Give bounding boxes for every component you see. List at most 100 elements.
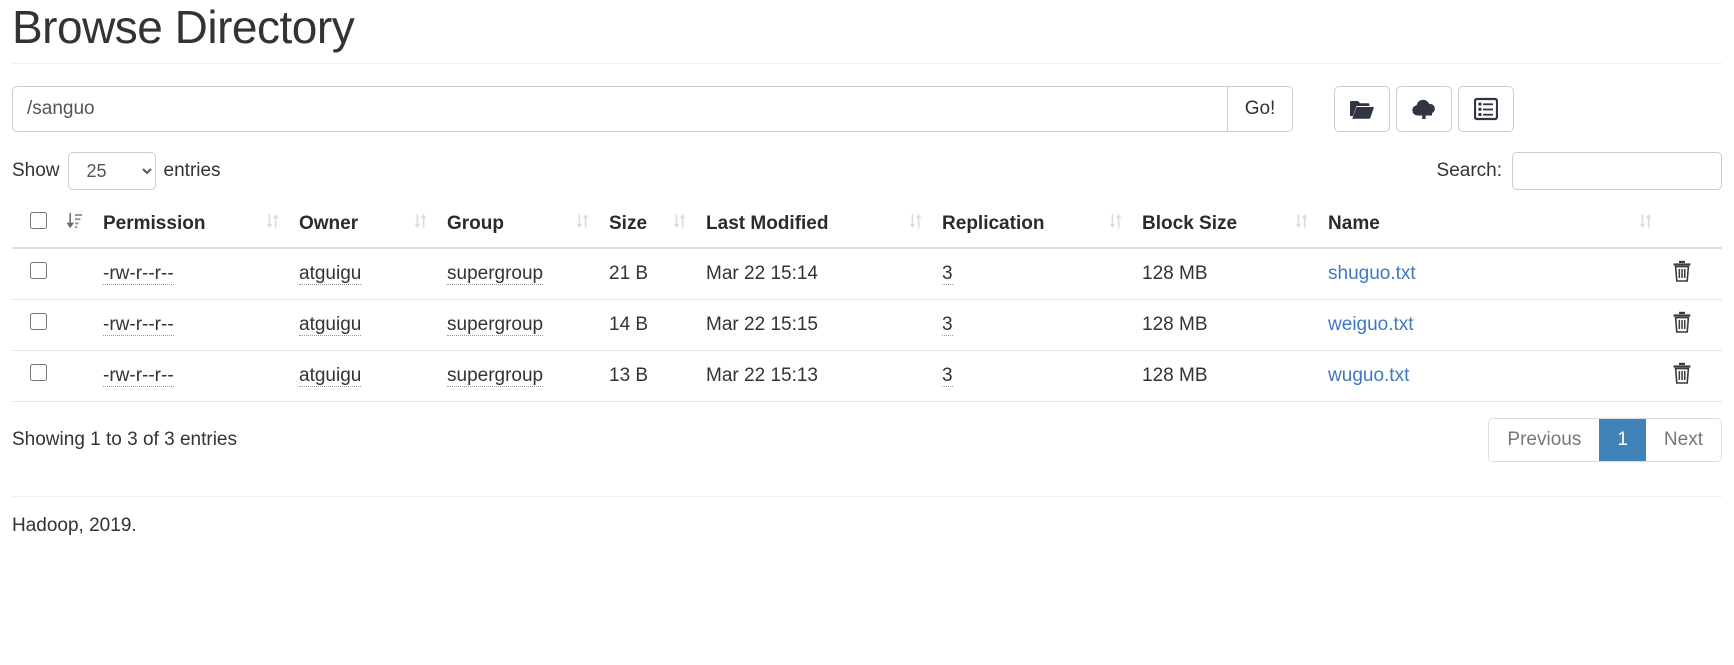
table-head: Permission Owner bbox=[12, 204, 1722, 248]
file-link[interactable]: weiguo.txt bbox=[1328, 314, 1414, 335]
replication-value[interactable]: 3 bbox=[942, 314, 953, 336]
cell-size: 14 B bbox=[599, 299, 696, 350]
sort-toggle-icon bbox=[266, 213, 279, 235]
browse-directory-page: Browse Directory Go! bbox=[0, 0, 1734, 537]
delete-file-button[interactable] bbox=[1672, 362, 1692, 387]
page-length-select[interactable]: 25 50 100 bbox=[68, 152, 156, 190]
cell-owner: atguigu bbox=[289, 299, 437, 350]
snapshot-list-button[interactable] bbox=[1458, 86, 1514, 132]
table-row: -rw-r--r-- atguigu supergroup 13 B Mar 2… bbox=[12, 350, 1722, 401]
column-label-replication: Replication bbox=[942, 213, 1044, 235]
path-input-group: Go! bbox=[12, 86, 1293, 132]
cell-group: supergroup bbox=[437, 248, 599, 300]
owner-value[interactable]: atguigu bbox=[299, 263, 361, 285]
sort-toggle-icon bbox=[1639, 213, 1652, 235]
replication-value[interactable]: 3 bbox=[942, 263, 953, 285]
cell-block-size: 128 MB bbox=[1132, 299, 1318, 350]
row-select-cell[interactable] bbox=[12, 248, 57, 300]
row-select-cell[interactable] bbox=[12, 350, 57, 401]
folder-open-icon bbox=[1349, 98, 1375, 120]
row-checkbox[interactable] bbox=[30, 313, 47, 330]
column-header-size[interactable]: Size bbox=[599, 204, 696, 248]
cell-name: shuguo.txt bbox=[1318, 248, 1662, 300]
cell-permission: -rw-r--r-- bbox=[93, 350, 289, 401]
pagination-next-button[interactable]: Next bbox=[1646, 419, 1721, 462]
create-directory-button[interactable] bbox=[1334, 86, 1390, 132]
datatable-controls: Show 25 50 100 entries Search: bbox=[12, 152, 1722, 190]
row-select-cell[interactable] bbox=[12, 299, 57, 350]
column-label-group: Group bbox=[447, 213, 504, 235]
cell-last-modified: Mar 22 15:14 bbox=[696, 248, 932, 300]
permission-value[interactable]: -rw-r--r-- bbox=[103, 365, 174, 387]
column-header-select-all[interactable] bbox=[12, 204, 57, 248]
delete-file-button[interactable] bbox=[1672, 311, 1692, 336]
select-all-checkbox[interactable] bbox=[30, 212, 47, 229]
row-checkbox[interactable] bbox=[30, 262, 47, 279]
trash-icon bbox=[1672, 362, 1692, 387]
upload-file-button[interactable] bbox=[1396, 86, 1452, 132]
cell-actions bbox=[1662, 248, 1722, 300]
page-length-control: Show 25 50 100 entries bbox=[12, 152, 221, 190]
pagination-previous-button[interactable]: Previous bbox=[1489, 419, 1599, 462]
pagination: Previous 1 Next bbox=[1488, 418, 1722, 463]
go-button[interactable]: Go! bbox=[1227, 86, 1293, 132]
cell-size: 21 B bbox=[599, 248, 696, 300]
cell-permission: -rw-r--r-- bbox=[93, 299, 289, 350]
sort-toggle-icon bbox=[1295, 213, 1308, 235]
row-spacer-cell bbox=[57, 248, 93, 300]
entries-info: Showing 1 to 3 of 3 entries bbox=[12, 429, 237, 451]
cell-actions bbox=[1662, 299, 1722, 350]
search-label: Search: bbox=[1437, 160, 1502, 182]
column-label-size: Size bbox=[609, 213, 647, 235]
column-header-owner[interactable]: Owner bbox=[289, 204, 437, 248]
column-header-name[interactable]: Name bbox=[1318, 204, 1662, 248]
cell-actions bbox=[1662, 350, 1722, 401]
owner-value[interactable]: atguigu bbox=[299, 314, 361, 336]
row-checkbox[interactable] bbox=[30, 364, 47, 381]
cell-permission: -rw-r--r-- bbox=[93, 248, 289, 300]
replication-value[interactable]: 3 bbox=[942, 365, 953, 387]
sort-toggle-icon bbox=[909, 213, 922, 235]
column-label-permission: Permission bbox=[103, 213, 205, 235]
directory-path-input[interactable] bbox=[12, 86, 1227, 132]
sort-toggle-icon bbox=[673, 213, 686, 235]
cell-block-size: 128 MB bbox=[1132, 248, 1318, 300]
column-header-sort-amount[interactable] bbox=[57, 204, 93, 248]
column-label-last-modified: Last Modified bbox=[706, 213, 828, 235]
site-footer: Hadoop, 2019. bbox=[12, 496, 1722, 537]
file-link[interactable]: shuguo.txt bbox=[1328, 263, 1416, 284]
cell-replication: 3 bbox=[932, 350, 1132, 401]
permission-value[interactable]: -rw-r--r-- bbox=[103, 263, 174, 285]
table-body: -rw-r--r-- atguigu supergroup 21 B Mar 2… bbox=[12, 248, 1722, 402]
search-input[interactable] bbox=[1512, 152, 1722, 190]
group-value[interactable]: supergroup bbox=[447, 314, 543, 336]
show-label: Show bbox=[12, 160, 60, 182]
column-header-actions bbox=[1662, 204, 1722, 248]
column-label-name: Name bbox=[1328, 213, 1380, 235]
file-link[interactable]: wuguo.txt bbox=[1328, 365, 1409, 386]
site-footer-text: Hadoop, 2019. bbox=[12, 515, 137, 536]
column-header-last-modified[interactable]: Last Modified bbox=[696, 204, 932, 248]
delete-file-button[interactable] bbox=[1672, 260, 1692, 285]
owner-value[interactable]: atguigu bbox=[299, 365, 361, 387]
table-row: -rw-r--r-- atguigu supergroup 14 B Mar 2… bbox=[12, 299, 1722, 350]
cell-last-modified: Mar 22 15:15 bbox=[696, 299, 932, 350]
cell-block-size: 128 MB bbox=[1132, 350, 1318, 401]
group-value[interactable]: supergroup bbox=[447, 263, 543, 285]
permission-value[interactable]: -rw-r--r-- bbox=[103, 314, 174, 336]
column-header-block-size[interactable]: Block Size bbox=[1132, 204, 1318, 248]
column-header-replication[interactable]: Replication bbox=[932, 204, 1132, 248]
column-header-group[interactable]: Group bbox=[437, 204, 599, 248]
entries-label: entries bbox=[164, 160, 221, 182]
cell-owner: atguigu bbox=[289, 248, 437, 300]
cell-name: weiguo.txt bbox=[1318, 299, 1662, 350]
cloud-upload-icon bbox=[1410, 98, 1438, 120]
list-alt-icon bbox=[1474, 97, 1498, 121]
table-header-row: Permission Owner bbox=[12, 204, 1722, 248]
group-value[interactable]: supergroup bbox=[447, 365, 543, 387]
pagination-page-1-button[interactable]: 1 bbox=[1599, 419, 1646, 462]
cell-group: supergroup bbox=[437, 350, 599, 401]
sort-amount-icon bbox=[67, 213, 83, 234]
column-header-permission[interactable]: Permission bbox=[93, 204, 289, 248]
cell-size: 13 B bbox=[599, 350, 696, 401]
